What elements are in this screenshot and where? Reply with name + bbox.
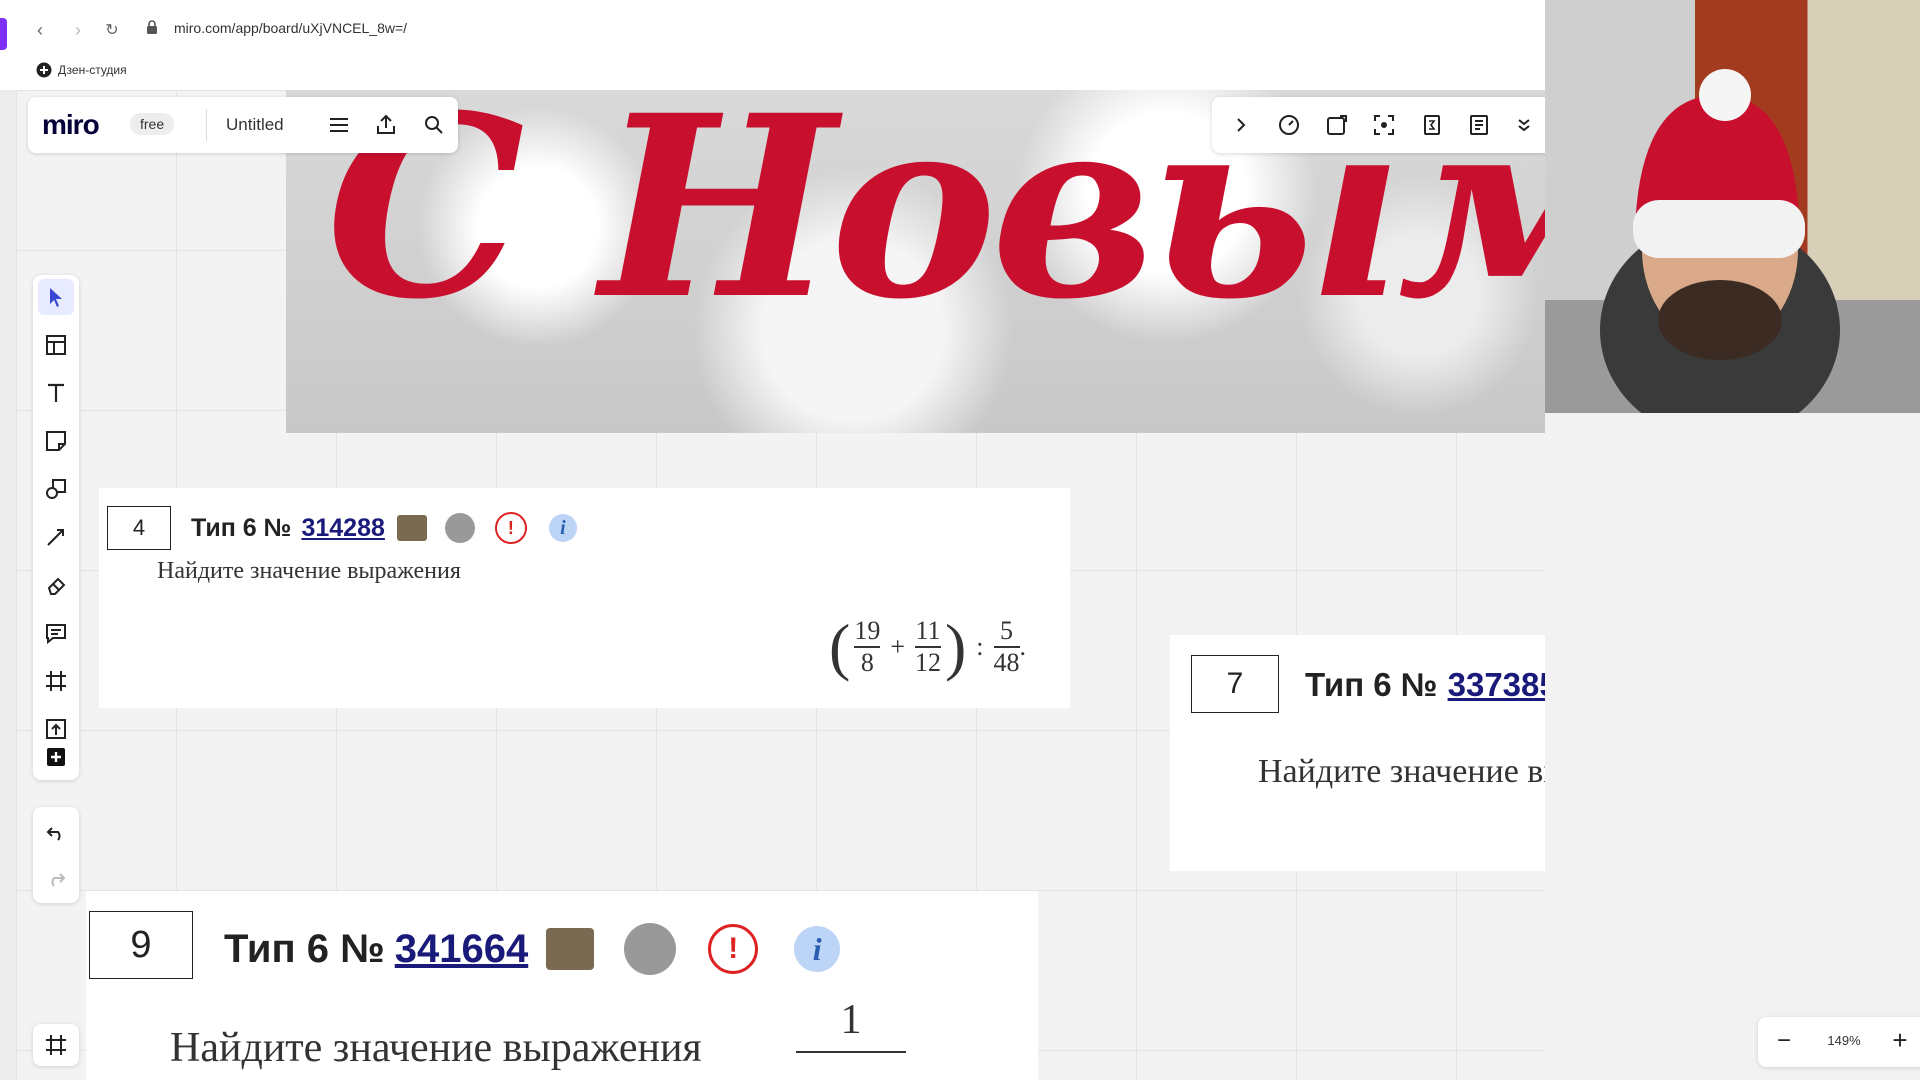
briefcase-icon[interactable] [396,515,427,541]
lock-icon [147,20,157,34]
task-prompt: Найдите значение выражения [157,558,461,584]
presenter-video-icon [1545,69,1920,413]
connection-line-icon[interactable] [38,519,74,555]
briefcase-icon[interactable] [546,928,595,970]
task-id-link[interactable]: 337385 [1448,666,1545,704]
zoom-controls: − 149% + [1758,1017,1920,1067]
status-circle-icon[interactable] [624,923,677,975]
zoom-out-icon[interactable]: − [1772,1029,1796,1053]
task-type-label: Тип 6 № [224,926,385,971]
task-type-label: Тип 6 № [191,513,292,542]
task-title: Тип 6 № 337385 ! [1305,665,1545,705]
task-card-9[interactable]: 9 Тип 6 № 341664 ! i Найдите значение вы… [86,891,1038,1080]
creation-toolbar [33,275,79,780]
status-circle-icon[interactable] [444,513,475,543]
plan-badge[interactable]: free [130,113,175,135]
report-error-icon[interactable]: ! [708,924,759,974]
header-divider [206,109,207,141]
task-prompt: Найдите значение выражения [1258,753,1545,790]
redo-icon[interactable] [38,861,74,897]
board-header: miro free Untitled [28,97,458,153]
frames-panel-icon[interactable] [33,1024,79,1066]
export-icon[interactable] [371,110,401,140]
select-tool-icon[interactable] [38,279,74,315]
reload-icon[interactable]: ↻ [100,18,124,42]
comment-icon[interactable] [38,615,74,651]
forward-icon[interactable]: › [66,18,90,42]
task-id-link[interactable]: 341664 [395,927,528,972]
task-number-box: 7 [1191,655,1279,713]
chevron-down-icon[interactable] [1509,110,1539,140]
sticker-icon[interactable] [1322,110,1352,140]
math-expression: 1 [796,996,906,1044]
menu-icon[interactable] [324,110,354,140]
info-icon[interactable]: i [794,926,841,972]
bookmark-label: Дзен-студия [58,63,127,77]
task-card-7[interactable]: 7 Тип 6 № 337385 ! Найдите значение выра… [1170,635,1545,871]
frac-bar [796,1051,906,1053]
focus-icon[interactable] [1369,110,1399,140]
browser-side-accent [0,18,7,50]
miro-logo[interactable]: miro [42,109,100,141]
bookmark-item[interactable]: Дзен-студия [36,62,127,78]
task-id-link[interactable]: 314288 [301,514,384,543]
frac-numerator: 19 [854,616,881,646]
task-number-box: 4 [107,506,171,550]
frac-numerator: 5 [1000,616,1014,646]
frac-numerator: 11 [915,616,941,646]
task-card-4[interactable]: 4 Тип 6 № 314288 ! i Найдите значение вы… [99,488,1070,708]
webcam-overlay [1545,0,1920,413]
task-prompt: Найдите значение выражения [170,1025,702,1071]
math-expression: ( 19 8 + 11 12 ) : 5 48 . [829,611,1027,682]
sticky-note-icon[interactable] [38,423,74,459]
task-title: Тип 6 № 341664 ! i [224,923,841,975]
text-tool-icon[interactable] [38,375,74,411]
report-error-icon[interactable]: ! [494,512,527,544]
zoom-in-icon[interactable]: + [1888,1027,1912,1053]
frac-denominator: 8 [860,647,874,677]
address-bar[interactable]: miro.com/app/board/uXjVNCEL_8w=/ [174,20,407,36]
more-apps-icon[interactable] [38,739,74,775]
frac-denominator: 12 [914,647,941,677]
frac-numerator: 1 [840,997,862,1043]
bookmarks-bar [0,58,1545,91]
undo-icon[interactable] [38,815,74,851]
frame-icon[interactable] [38,663,74,699]
search-icon[interactable] [419,110,449,140]
browser-side-panel [0,90,17,1080]
counter-icon[interactable] [1417,110,1447,140]
frac-denominator: 48 [993,647,1020,677]
info-icon[interactable]: i [548,514,577,542]
zoom-level[interactable]: 149% [1814,1033,1874,1048]
bookmark-plus-icon [36,62,52,78]
timer-icon[interactable] [1274,110,1304,140]
board-title[interactable]: Untitled [226,115,284,135]
templates-icon[interactable] [38,327,74,363]
history-toolbar [33,807,79,903]
notes-icon[interactable] [1464,110,1494,140]
board-toolbar-right [1212,97,1545,153]
shapes-icon[interactable] [38,471,74,507]
chevron-right-icon[interactable] [1226,110,1256,140]
task-number-box: 9 [89,911,193,979]
eraser-icon[interactable] [38,567,74,603]
back-icon[interactable]: ‹ [28,18,52,42]
task-title: Тип 6 № 314288 ! i [191,512,577,544]
task-type-label: Тип 6 № [1305,666,1438,703]
